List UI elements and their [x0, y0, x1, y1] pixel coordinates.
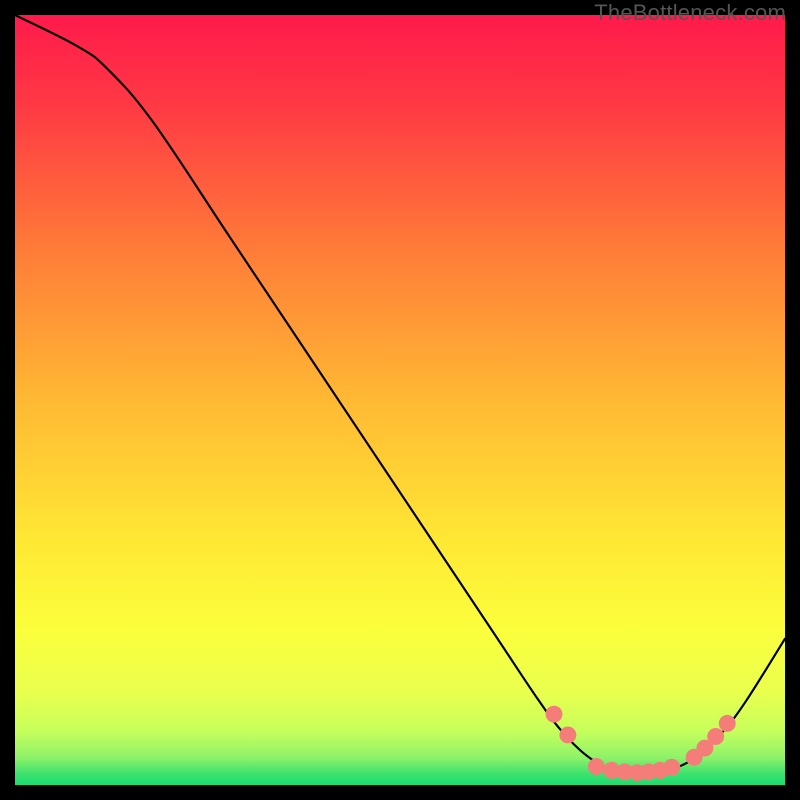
- plot-area: [15, 15, 785, 785]
- gradient-bg: [15, 15, 785, 785]
- data-marker: [707, 728, 724, 745]
- chart-frame: TheBottleneck.com: [0, 0, 800, 800]
- chart-svg: [15, 15, 785, 785]
- watermark-text: TheBottleneck.com: [594, 0, 786, 26]
- data-marker: [719, 715, 736, 732]
- data-marker: [559, 726, 576, 743]
- data-marker: [588, 758, 605, 775]
- data-marker: [663, 759, 680, 776]
- data-marker: [546, 706, 563, 723]
